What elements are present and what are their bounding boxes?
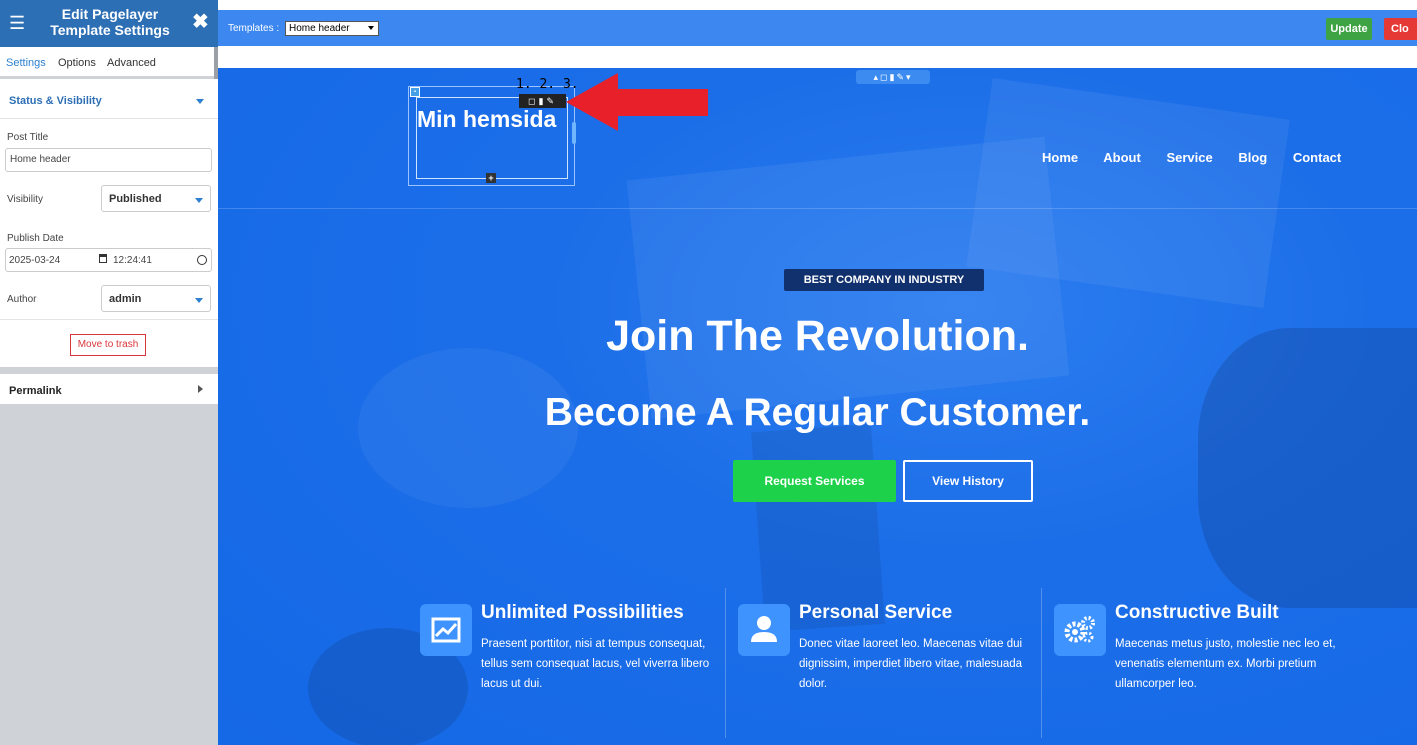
nav-item-service[interactable]: Service <box>1166 150 1212 165</box>
copy-icon[interactable]: ◻ <box>528 96 538 106</box>
view-history-button[interactable]: View History <box>903 460 1033 502</box>
page-canvas: Home About Service Blog Contact BEST COM… <box>218 46 1417 745</box>
editor-topbar: Templates : Home header Update Clo <box>218 10 1417 46</box>
edit-icon[interactable]: ✎ <box>546 96 557 106</box>
update-button[interactable]: Update <box>1326 18 1372 40</box>
sidebar-title: Edit Pagelayer Template Settings <box>50 6 170 38</box>
section-label: Status & Visibility <box>9 95 102 107</box>
header-divider <box>218 208 1417 209</box>
caret-down-icon <box>195 298 203 303</box>
hero-section[interactable]: Home About Service Blog Contact BEST COM… <box>218 68 1417 745</box>
tab-options[interactable]: Options <box>58 57 96 69</box>
visibility-label: Visibility <box>7 194 43 205</box>
hero-headline-1: Join The Revolution. <box>606 312 1029 360</box>
section-label: Permalink <box>9 385 62 397</box>
feature-text: Praesent porttitor, nisi at tempus conse… <box>481 638 710 690</box>
publish-time-value: 12:24:41 <box>113 255 152 266</box>
nav-item-about[interactable]: About <box>1103 150 1141 165</box>
row-toolbar[interactable]: ▴◻▮✎▾ <box>856 70 930 84</box>
visibility-select[interactable]: Published <box>101 185 211 212</box>
feature-text: Donec vitae laoreet leo. Maecenas vitae … <box>799 638 1023 690</box>
templates-label: Templates : <box>228 23 280 34</box>
author-value: admin <box>109 293 142 305</box>
templates-select[interactable]: Home header <box>285 21 379 36</box>
nav-item-contact[interactable]: Contact <box>1293 150 1341 165</box>
publish-date-value: 2025-03-24 <box>9 255 61 266</box>
author-select[interactable]: admin <box>101 285 211 312</box>
hero-headline-2: Become A Regular Customer. <box>544 391 1091 434</box>
chart-icon <box>420 604 472 656</box>
feature-title: Constructive Built <box>1115 602 1279 623</box>
gears-icon <box>1054 604 1106 656</box>
sidebar-body: Status & Visibility Post Title Home head… <box>0 79 218 367</box>
feature-title: Personal Service <box>799 602 953 623</box>
visibility-value: Published <box>109 193 162 205</box>
user-icon <box>738 604 790 656</box>
red-arrow-annotation <box>566 73 708 131</box>
widget-tag-icon[interactable]: ▪ <box>410 87 420 97</box>
tab-advanced[interactable]: Advanced <box>107 57 156 69</box>
site-nav: Home About Service Blog Contact <box>1042 150 1363 165</box>
add-widget-icon[interactable]: + <box>486 173 496 183</box>
widget-toolbar[interactable]: ◻▮✎ <box>519 94 566 108</box>
feature-text: Maecenas metus justo, molestie nec leo e… <box>1115 638 1336 690</box>
background-calculator <box>751 424 885 632</box>
post-title-label: Post Title <box>7 132 49 143</box>
menu-icon[interactable]: ☰ <box>9 14 25 32</box>
post-title-input[interactable]: Home header <box>5 148 212 172</box>
request-services-button[interactable]: Request Services <box>733 460 896 502</box>
section-status-visibility[interactable]: Status & Visibility <box>0 79 218 119</box>
sidebar-tabs: Settings Options Advanced <box>0 47 218 84</box>
close-icon[interactable]: ✖ <box>192 12 209 32</box>
nav-item-home[interactable]: Home <box>1042 150 1078 165</box>
divider <box>0 319 218 320</box>
author-label: Author <box>7 294 37 305</box>
tab-settings[interactable]: Settings <box>0 57 49 84</box>
move-to-trash-button[interactable]: Move to trash <box>70 334 146 356</box>
sidebar-header: ☰ Edit Pagelayer Template Settings ✖ <box>0 0 218 47</box>
publish-date-input[interactable]: 2025-03-24 12:24:41 <box>5 248 212 272</box>
hero-badge: BEST COMPANY IN INDUSTRY <box>784 269 984 291</box>
background-shape <box>1198 328 1417 608</box>
feature-divider <box>725 588 726 738</box>
caret-down-icon <box>196 99 204 104</box>
section-permalink[interactable]: Permalink <box>0 374 218 404</box>
settings-sidebar: ☰ Edit Pagelayer Template Settings ✖ Set… <box>0 0 218 745</box>
nav-item-blog[interactable]: Blog <box>1238 150 1267 165</box>
calendar-icon[interactable] <box>99 254 107 263</box>
caret-right-icon <box>198 385 203 393</box>
feature-divider <box>1041 588 1042 738</box>
clock-icon[interactable] <box>197 255 207 265</box>
publish-date-label: Publish Date <box>7 233 64 244</box>
caret-down-icon <box>195 198 203 203</box>
header-top-strip <box>918 64 1338 68</box>
close-button[interactable]: Clo <box>1384 18 1417 40</box>
feature-title: Unlimited Possibilities <box>481 602 684 623</box>
